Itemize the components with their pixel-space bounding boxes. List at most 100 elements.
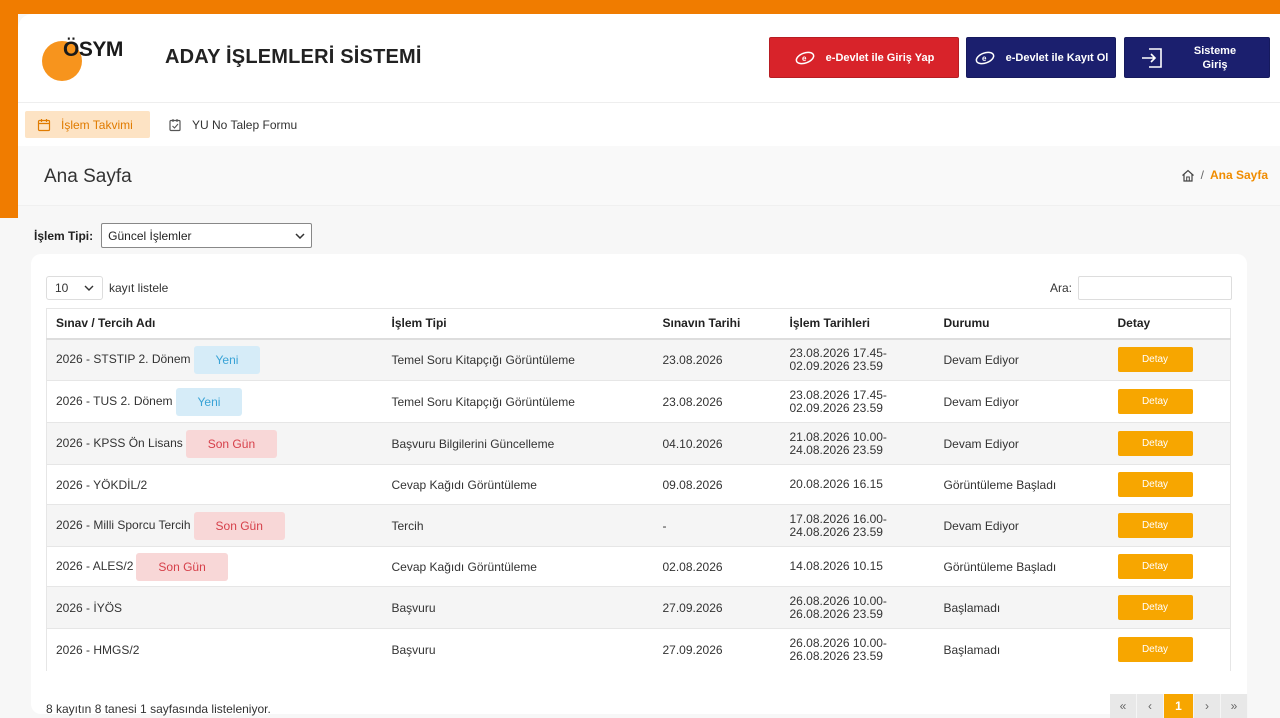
cell-detail: Detay — [1108, 422, 1231, 465]
cell-name: 2026 - YÖKDİL/2 — [46, 464, 383, 505]
search-input[interactable] — [1078, 276, 1232, 300]
cell-exam-date: 27.09.2026 — [653, 586, 781, 629]
cell-status: Görüntüleme Başladı — [934, 546, 1109, 587]
pager-prev[interactable]: ‹ — [1137, 694, 1164, 718]
header: ÖSYM ADAY İŞLEMLERİ SİSTEMİ e e-Devlet i… — [18, 14, 1280, 102]
cell-status: Başlamadı — [934, 628, 1109, 671]
cell-name: 2026 - İYÖS — [46, 586, 383, 629]
status-badge: Son Gün — [185, 429, 278, 458]
col-header-type[interactable]: İşlem Tipi — [382, 308, 654, 340]
table-row: 2026 - STSTIP 2. Dönem Yeni Temel Soru Kit… — [46, 338, 1231, 381]
app-title: ADAY İŞLEMLERİ SİSTEMİ — [165, 46, 422, 68]
table-row: 2026 - İYÖS Başvuru 27.09.2026 26.08.2026 1… — [46, 586, 1231, 629]
cell-dates: 14.08.2026 10.15 — [780, 546, 935, 587]
table-row: 2026 - TUS 2. Dönem Yeni Temel Soru Kitapç… — [46, 380, 1231, 423]
cell-exam-date: 04.10.2026 — [653, 422, 781, 465]
dates-line-1: 21.08.2026 10.00- — [789, 429, 887, 444]
menu-item-islem-takvimi[interactable]: İşlem Takvimi — [25, 111, 150, 138]
menu-item-label: YU No Talep Formu — [192, 117, 298, 132]
length-select[interactable]: 10 — [46, 276, 103, 300]
pager-first[interactable]: « — [1110, 694, 1137, 718]
cell-dates: 23.08.2026 17.45- 02.09.2026 23.59 — [780, 338, 935, 381]
pagination: « ‹ 1 › » — [1110, 694, 1248, 718]
table-header-row: Sınav / Tercih Adı İşlem Tipi Sınavın Ta… — [46, 308, 1231, 340]
cell-dates: 26.08.2026 10.00- 26.08.2026 23.59 — [780, 628, 935, 671]
breadcrumb: / Ana Sayfa — [1181, 168, 1268, 182]
menu-item-yu-no-talep[interactable]: YU No Talep Formu — [156, 111, 309, 138]
dates-line-2: 24.08.2026 23.59 — [789, 524, 883, 539]
dates-line-2: 02.09.2026 23.59 — [789, 400, 883, 415]
cell-type: Cevap Kağıdı Görüntüleme — [382, 546, 654, 587]
cell-type: Tercih — [382, 504, 654, 547]
cell-name: 2026 - HMGS/2 — [46, 628, 383, 671]
pager-next[interactable]: › — [1194, 694, 1221, 718]
table-row: 2026 - Milli Sporcu Tercih Son Gün Tercih -… — [46, 504, 1231, 547]
exam-name: 2026 - ALES/2 — [56, 558, 134, 573]
cell-exam-date: 09.08.2026 — [653, 464, 781, 505]
detail-button[interactable]: Detay — [1117, 472, 1193, 497]
edevlet-login-label: e-Devlet ile Giriş Yap — [825, 51, 935, 64]
pager-page-1[interactable]: 1 — [1164, 694, 1194, 718]
detail-button[interactable]: Detay — [1117, 389, 1193, 414]
osym-logo[interactable]: ÖSYM — [42, 36, 132, 81]
col-header-dates[interactable]: İşlem Tarihleri — [780, 308, 935, 340]
detail-button[interactable]: Detay — [1117, 347, 1193, 373]
islem-tipi-filter: İşlem Tipi: Güncel İşlemler — [34, 223, 313, 248]
pager-last[interactable]: » — [1221, 694, 1248, 718]
detail-button[interactable]: Detay — [1117, 595, 1193, 620]
cell-type: Temel Soru Kitapçığı Görüntüleme — [382, 380, 654, 423]
table-row: 2026 - ALES/2 Son Gün Cevap Kağıdı Görüntü… — [46, 546, 1231, 587]
dates-line-1: 20.08.2026 16.15 — [789, 477, 883, 491]
detail-button[interactable]: Detay — [1117, 637, 1193, 663]
system-login-button[interactable]: Sisteme Giriş — [1124, 37, 1270, 78]
breadcrumb-separator: / — [1200, 168, 1204, 182]
cell-name: 2026 - TUS 2. Dönem Yeni — [46, 380, 383, 423]
search-label: Ara: — [1049, 281, 1072, 295]
cell-detail: Detay — [1108, 586, 1231, 629]
cell-detail: Detay — [1108, 338, 1231, 381]
status-badge: Son Gün — [136, 552, 228, 581]
cell-dates: 26.08.2026 10.00- 26.08.2026 23.59 — [780, 586, 935, 629]
cell-name: 2026 - STSTIP 2. Dönem Yeni — [46, 338, 383, 381]
cell-dates: 20.08.2026 16.15 — [780, 464, 935, 505]
dates-line-1: 26.08.2026 10.00- — [789, 593, 887, 608]
length-label: kayıt listele — [109, 281, 169, 295]
cell-type: Cevap Kağıdı Görüntüleme — [382, 464, 654, 505]
detail-button[interactable]: Detay — [1117, 554, 1193, 579]
edevlet-login-button[interactable]: e e-Devlet ile Giriş Yap — [769, 37, 959, 78]
svg-text:e: e — [802, 54, 807, 63]
dates-line-1: 14.08.2026 10.15 — [789, 559, 883, 573]
exam-name: 2026 - İYÖS — [56, 600, 123, 615]
detail-button[interactable]: Detay — [1117, 431, 1193, 456]
cell-status: Görüntüleme Başladı — [934, 464, 1109, 505]
col-header-status[interactable]: Durumu — [934, 308, 1109, 340]
exam-name: 2026 - YÖKDİL/2 — [56, 477, 148, 492]
exam-name: 2026 - KPSS Ön Lisans — [56, 435, 183, 450]
dates-line-1: 23.08.2026 17.45- — [789, 345, 887, 360]
calendar-icon — [37, 118, 51, 131]
edevlet-register-button[interactable]: e e-Devlet ile Kayıt Ol — [966, 37, 1116, 78]
cell-detail: Detay — [1108, 546, 1231, 587]
dates-line-1: 23.08.2026 17.45- — [789, 387, 887, 402]
dates-line-1: 26.08.2026 10.00- — [789, 635, 887, 650]
page-header: Ana Sayfa / Ana Sayfa — [18, 146, 1280, 206]
form-icon — [169, 118, 181, 131]
dates-line-2: 26.08.2026 23.59 — [789, 606, 883, 621]
cell-exam-date: 27.09.2026 — [653, 628, 781, 671]
cell-detail: Detay — [1108, 504, 1231, 547]
chevron-down-icon — [84, 285, 94, 291]
cell-exam-date: - — [653, 504, 781, 547]
system-login-line1: Sisteme — [1193, 44, 1237, 57]
chevron-down-icon — [295, 232, 305, 239]
col-header-exam-date[interactable]: Sınavın Tarihi — [653, 308, 781, 340]
col-header-detail[interactable]: Detay — [1108, 308, 1231, 340]
cell-dates: 23.08.2026 17.45- 02.09.2026 23.59 — [780, 380, 935, 423]
login-icon — [1142, 47, 1162, 68]
islem-tipi-select[interactable]: Güncel İşlemler — [101, 223, 313, 248]
detail-button[interactable]: Detay — [1117, 513, 1193, 538]
home-icon[interactable] — [1181, 169, 1195, 182]
table-info: 8 kayıtın 8 tanesi 1 sayfasında listelen… — [46, 702, 271, 716]
status-badge: Yeni — [193, 345, 261, 374]
cell-status: Devam Ediyor — [934, 504, 1109, 547]
col-header-name[interactable]: Sınav / Tercih Adı — [46, 308, 383, 340]
